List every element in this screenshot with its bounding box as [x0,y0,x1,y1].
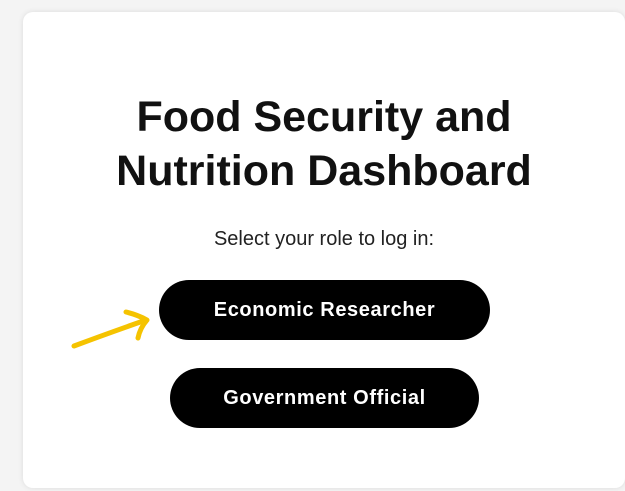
economic-researcher-button[interactable]: Economic Researcher [159,280,490,340]
page-title: Food Security and Nutrition Dashboard [23,90,625,198]
login-card: Food Security and Nutrition Dashboard Se… [23,12,625,488]
role-prompt: Select your role to log in: [213,228,435,250]
arrow-right-icon [71,309,150,349]
page-title-line-2: Nutrition Dashboard [116,147,532,195]
page-title-line-1: Food Security and [136,93,512,141]
government-official-button[interactable]: Government Official [170,368,479,428]
